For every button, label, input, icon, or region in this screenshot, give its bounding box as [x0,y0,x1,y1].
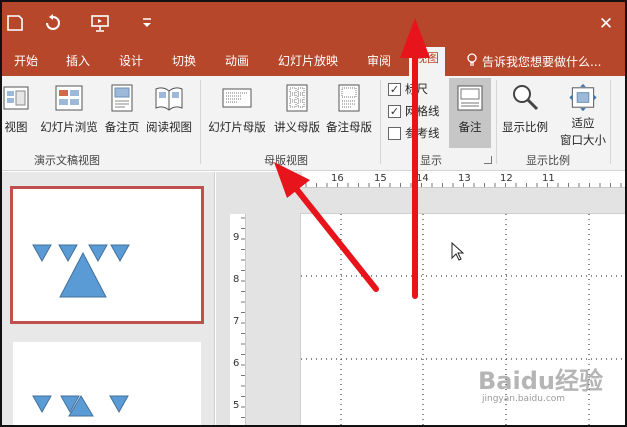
normal-view-button[interactable]: 视图 [2,80,36,148]
handout-master-icon [286,84,308,112]
normal-view-icon [3,86,29,110]
slide-master-icon [222,88,252,108]
ruler-tick-label: 13 [458,173,471,184]
gridlines-checkbox[interactable]: ✓ 网格线 [388,102,440,120]
ruler-tick-label: 7 [233,316,240,327]
powerpoint-window: ✕ 开始 插入 设计 切换 动画 幻灯片放映 审阅 视图 告诉我您想要做什么..… [0,0,627,427]
zoom-label: 显示比例 [502,120,548,134]
zoom-group-label: 显示比例 [526,154,570,167]
tab-design[interactable]: 设计 [119,52,143,72]
slide-thumbnail-1[interactable] [10,186,204,324]
ruler-tick-label: 14 [416,173,429,184]
notes-icon [457,85,483,111]
handout-master-button[interactable]: 讲义母版 [272,80,322,148]
tab-review[interactable]: 审阅 [367,52,391,72]
slide-master-label: 幻灯片母版 [208,120,266,134]
horizontal-ruler: 16 15 14 13 12 11 [302,172,625,188]
tab-home[interactable]: 开始 [14,52,38,72]
mouse-cursor-icon [451,242,465,261]
tab-view[interactable]: 视图 [409,47,446,76]
group-separator [200,80,201,164]
close-icon[interactable]: ✕ [592,14,620,34]
ruler-checkbox[interactable]: ✓ 标尺 [388,80,428,98]
notes-toggle-label: 备注 [458,120,482,134]
fit-label-line1: 适应 [571,116,595,130]
save-icon[interactable] [4,12,26,34]
ruler-tick-label: 12 [500,173,513,184]
tab-slideshow[interactable]: 幻灯片放映 [278,52,338,72]
tell-me-search[interactable]: 告诉我您想要做什么... [466,52,601,72]
normal-view-label: 视图 [4,120,28,134]
notes-master-button[interactable]: 备注母版 [324,80,374,148]
tab-animations[interactable]: 动画 [225,52,249,72]
ruler-tick-label: 9 [233,232,240,243]
ribbon-tabs: 开始 插入 设计 切换 动画 幻灯片放映 审阅 视图 告诉我您想要做什么... [2,44,625,76]
fit-to-window-button[interactable]: 适应 窗口大小 [558,80,608,148]
notes-toggle-button[interactable]: 备注 [449,78,491,148]
presentation-views-group-label: 演示文稿视图 [34,154,100,167]
notes-master-icon [338,84,360,112]
slide-thumbnail-pane [2,172,215,425]
ruler-tick-label: 8 [233,274,240,285]
group-separator [496,80,497,164]
fit-window-icon [569,83,597,112]
watermark-brand: Baidu经验 [478,367,603,395]
slide-sorter-label: 幻灯片浏览 [40,120,98,134]
fit-label-line2: 窗口大小 [560,133,606,147]
tab-insert[interactable]: 插入 [66,52,90,72]
vertical-ruler: 9 8 7 6 5 [230,214,246,425]
reading-view-icon [155,87,183,111]
notes-page-icon [111,84,133,112]
zoom-button[interactable]: 显示比例 [500,80,550,148]
ruler-label: 标尺 [405,82,428,96]
slide-sorter-icon [55,85,83,111]
dialog-launcher-icon[interactable] [484,156,492,164]
ruler-tick-label: 11 [542,173,555,184]
triangle-shapes [32,395,129,417]
show-group-label: 显示 [420,154,442,167]
reading-view-button[interactable]: 阅读视图 [144,80,194,148]
guides-checkbox[interactable]: 参考线 [388,124,440,142]
triangle-shapes [32,244,130,298]
slideshow-icon[interactable] [89,12,111,34]
slide-sorter-button[interactable]: 幻灯片浏览 [38,80,100,148]
group-separator [380,80,381,164]
ribbon-view: 视图 幻灯片浏览 备注页 阅读视图 演示文稿视图 幻灯片母版 讲义母版 备注母版 [2,76,625,171]
tell-me-text: 告诉我您想要做什么... [482,55,602,69]
ruler-tick-label: 6 [233,358,240,369]
slide-thumbnail-2[interactable] [13,342,201,425]
group-separator [610,80,611,164]
notes-page-button[interactable]: 备注页 [102,80,142,148]
customize-icon[interactable] [136,12,158,34]
notes-page-label: 备注页 [104,120,140,134]
quick-access-toolbar: ✕ [2,2,625,44]
notes-master-label: 备注母版 [326,120,372,134]
slide-master-button[interactable]: 幻灯片母版 [206,80,268,148]
reading-view-label: 阅读视图 [146,120,192,134]
guides-check-box [388,126,401,140]
ruler-tick-label: 15 [374,173,387,184]
gridlines-check-icon: ✓ [388,104,401,118]
handout-master-label: 讲义母版 [274,120,320,134]
lightbulb-icon [466,52,478,72]
master-views-group-label: 母版视图 [264,154,308,167]
watermark-logo: Baidu经验 jingyan.baidu.com [478,368,618,412]
undo-icon[interactable] [42,12,64,34]
ruler-tick-label: 16 [331,173,344,184]
ruler-check-icon: ✓ [388,82,401,96]
ruler-tick-label: 5 [233,400,240,411]
magnifier-icon [513,85,539,111]
watermark-url: jingyan.baidu.com [482,394,566,404]
tab-transitions[interactable]: 切换 [172,52,196,72]
gridlines-label: 网格线 [405,104,440,118]
guides-label: 参考线 [405,126,440,140]
